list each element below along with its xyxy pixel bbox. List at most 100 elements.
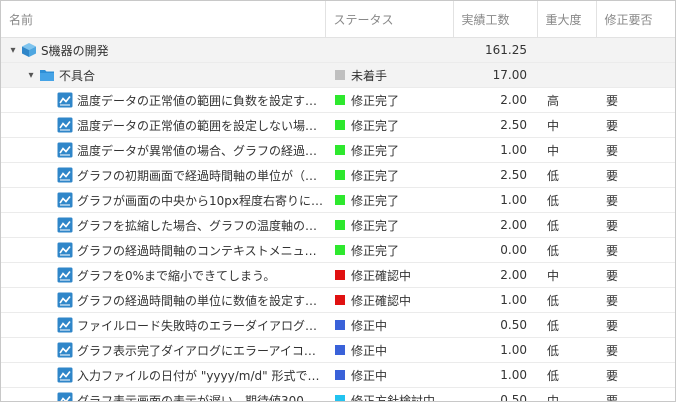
- severity-cell[interactable]: 高: [537, 87, 596, 113]
- table-row[interactable]: ファイルロード失敗時のエラーダイアログ… 修正中 0.50 低要: [1, 312, 675, 338]
- fix-required-cell[interactable]: [596, 37, 675, 63]
- table-row[interactable]: グラフが画面の中央から10px程度右寄りに… 修正完了 1.00 低要: [1, 187, 675, 213]
- severity-cell[interactable]: 中: [537, 387, 596, 401]
- status-cell[interactable]: 修正中: [325, 362, 453, 388]
- table-row[interactable]: 温度データが異常値の場合、グラフの経過… 修正完了 1.00 中要: [1, 137, 675, 163]
- table-row[interactable]: グラフの経過時間軸の単位に数値を設定す… 修正確認中 1.00 低要: [1, 287, 675, 313]
- status-cell[interactable]: 修正完了: [325, 237, 453, 263]
- column-header-name[interactable]: 名前: [1, 1, 326, 38]
- name-cell[interactable]: ファイルロード失敗時のエラーダイアログ…: [1, 312, 325, 338]
- name-cell[interactable]: 温度データの正常値の範囲に負数を設定す…: [1, 87, 325, 113]
- fix-required-cell[interactable]: 要: [596, 162, 675, 188]
- name-cell[interactable]: グラフの経過時間軸の単位に数値を設定す…: [1, 287, 325, 313]
- status-cell[interactable]: 修正完了: [325, 137, 453, 163]
- chevron-down-icon[interactable]: ▾: [7, 45, 19, 56]
- fix-required-cell[interactable]: 要: [596, 312, 675, 338]
- fix-required-cell[interactable]: 要: [596, 362, 675, 388]
- fix-required-cell[interactable]: 要: [596, 137, 675, 163]
- table-row[interactable]: グラフ表示画面の表示が遅い。期待値300m… 修正方針検討中 0.50 中要: [1, 387, 675, 401]
- name-cell[interactable]: グラフの経過時間軸のコンテキストメニュ…: [1, 237, 325, 263]
- fix-required-cell[interactable]: 要: [596, 262, 675, 288]
- severity-cell[interactable]: [537, 62, 596, 88]
- status-cell[interactable]: 修正確認中: [325, 262, 453, 288]
- severity-cell[interactable]: 低: [537, 337, 596, 363]
- column-header-severity[interactable]: 重大度: [537, 1, 597, 38]
- severity-cell[interactable]: 中: [537, 262, 596, 288]
- column-header-work-hours[interactable]: 実績工数: [453, 1, 538, 38]
- name-cell[interactable]: 入力ファイルの日付が "yyyy/m/d" 形式で…: [1, 362, 325, 388]
- work-hours-cell[interactable]: 1.00: [453, 287, 537, 313]
- work-hours-cell[interactable]: 1.00: [453, 187, 537, 213]
- row-name: グラフ表示完了ダイアログにエラーアイコ…: [77, 343, 316, 358]
- table-row[interactable]: 温度データの正常値の範囲に負数を設定す… 修正完了 2.00 高要: [1, 87, 675, 113]
- fix-required-cell[interactable]: 要: [596, 87, 675, 113]
- name-cell[interactable]: ▾ 不具合: [1, 62, 325, 88]
- fix-required-cell[interactable]: 要: [596, 187, 675, 213]
- table-row[interactable]: グラフの経過時間軸のコンテキストメニュ… 修正完了 0.00 低要: [1, 237, 675, 263]
- severity-cell[interactable]: 低: [537, 362, 596, 388]
- status-cell[interactable]: [325, 37, 453, 63]
- name-cell[interactable]: グラフ表示画面の表示が遅い。期待値300m…: [1, 387, 325, 401]
- name-cell[interactable]: ▾ S機器の開発: [1, 37, 325, 63]
- chevron-down-icon[interactable]: ▾: [25, 70, 37, 81]
- fix-required-cell[interactable]: 要: [596, 287, 675, 313]
- column-header-fix-required[interactable]: 修正要否: [596, 1, 675, 38]
- project-row[interactable]: ▾ S機器の開発 161.25: [1, 37, 675, 63]
- fix-required-cell[interactable]: 要: [596, 387, 675, 401]
- name-cell[interactable]: グラフを0%まで縮小できてしまう。: [1, 262, 325, 288]
- name-cell[interactable]: 温度データの正常値の範囲を設定しない場…: [1, 112, 325, 138]
- row-name: グラフの経過時間軸の単位に数値を設定す…: [77, 293, 318, 308]
- table-row[interactable]: グラフ表示完了ダイアログにエラーアイコ… 修正中 1.00 低要: [1, 337, 675, 363]
- status-cell[interactable]: 修正完了: [325, 187, 453, 213]
- name-cell[interactable]: 温度データが異常値の場合、グラフの経過…: [1, 137, 325, 163]
- work-hours-cell[interactable]: 0.00: [453, 237, 537, 263]
- status-cell[interactable]: 修正完了: [325, 212, 453, 238]
- work-hours-cell[interactable]: 2.00: [453, 212, 537, 238]
- column-header-status[interactable]: ステータス: [325, 1, 454, 38]
- severity-cell[interactable]: 低: [537, 237, 596, 263]
- fix-required-cell[interactable]: [596, 62, 675, 88]
- fix-required-cell[interactable]: 要: [596, 212, 675, 238]
- name-cell[interactable]: グラフの初期画面で経過時間軸の単位が（H…: [1, 162, 325, 188]
- table-row[interactable]: 温度データの正常値の範囲を設定しない場… 修正完了 2.50 中要: [1, 112, 675, 138]
- table-row[interactable]: グラフを拡縮した場合、グラフの温度軸の… 修正完了 2.00 低要: [1, 212, 675, 238]
- name-cell[interactable]: グラフ表示完了ダイアログにエラーアイコ…: [1, 337, 325, 363]
- status-color-swatch: [335, 95, 345, 105]
- work-hours-cell[interactable]: 1.00: [453, 137, 537, 163]
- work-hours-cell[interactable]: 0.50: [453, 387, 537, 401]
- work-hours-cell[interactable]: 2.50: [453, 162, 537, 188]
- work-hours-cell[interactable]: 1.00: [453, 337, 537, 363]
- severity-cell[interactable]: 中: [537, 112, 596, 138]
- work-hours-cell[interactable]: 17.00: [453, 62, 537, 88]
- severity-cell[interactable]: 低: [537, 287, 596, 313]
- status-cell[interactable]: 修正完了: [325, 162, 453, 188]
- work-hours-cell[interactable]: 1.00: [453, 362, 537, 388]
- fix-required-cell[interactable]: 要: [596, 237, 675, 263]
- severity-cell[interactable]: 低: [537, 187, 596, 213]
- folder-row[interactable]: ▾ 不具合 未着手 17.00: [1, 62, 675, 88]
- name-cell[interactable]: グラフが画面の中央から10px程度右寄りに…: [1, 187, 325, 213]
- table-row[interactable]: グラフを0%まで縮小できてしまう。 修正確認中 2.00 中要: [1, 262, 675, 288]
- work-hours-cell[interactable]: 0.50: [453, 312, 537, 338]
- severity-cell[interactable]: 中: [537, 137, 596, 163]
- severity-cell[interactable]: 低: [537, 162, 596, 188]
- work-hours-cell[interactable]: 2.00: [453, 87, 537, 113]
- table-row[interactable]: 入力ファイルの日付が "yyyy/m/d" 形式で… 修正中 1.00 低要: [1, 362, 675, 388]
- work-hours-cell[interactable]: 161.25: [453, 37, 537, 63]
- work-hours-cell[interactable]: 2.50: [453, 112, 537, 138]
- status-cell[interactable]: 修正方針検討中: [325, 387, 453, 401]
- status-cell[interactable]: 修正確認中: [325, 287, 453, 313]
- name-cell[interactable]: グラフを拡縮した場合、グラフの温度軸の…: [1, 212, 325, 238]
- status-cell[interactable]: 未着手: [325, 62, 453, 88]
- fix-required-cell[interactable]: 要: [596, 337, 675, 363]
- status-cell[interactable]: 修正完了: [325, 112, 453, 138]
- severity-cell[interactable]: 低: [537, 312, 596, 338]
- status-cell[interactable]: 修正完了: [325, 87, 453, 113]
- status-cell[interactable]: 修正中: [325, 312, 453, 338]
- severity-cell[interactable]: [537, 37, 596, 63]
- status-cell[interactable]: 修正中: [325, 337, 453, 363]
- severity-cell[interactable]: 低: [537, 212, 596, 238]
- table-row[interactable]: グラフの初期画面で経過時間軸の単位が（H… 修正完了 2.50 低要: [1, 162, 675, 188]
- fix-required-cell[interactable]: 要: [596, 112, 675, 138]
- work-hours-cell[interactable]: 2.00: [453, 262, 537, 288]
